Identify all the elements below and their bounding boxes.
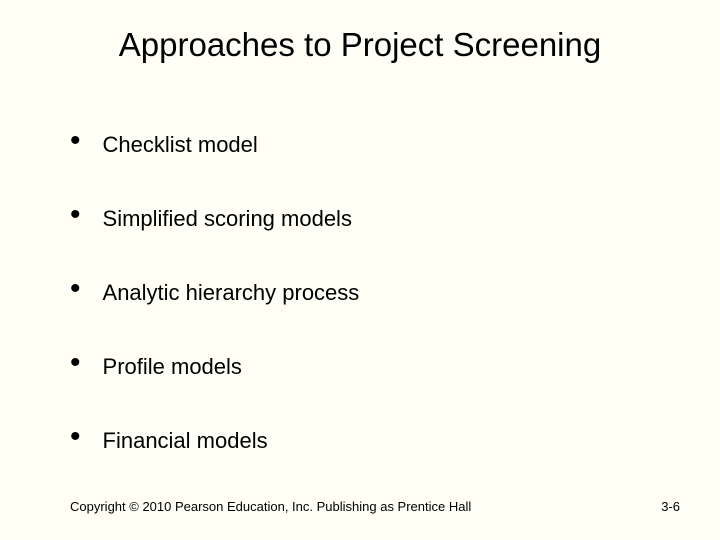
footer: Copyright © 2010 Pearson Education, Inc.… <box>70 499 680 514</box>
bullet-icon: • <box>70 422 81 452</box>
slide: Approaches to Project Screening • Checkl… <box>0 0 720 540</box>
list-item: • Profile models <box>70 352 660 382</box>
list-item-text: Simplified scoring models <box>103 206 352 232</box>
list-item-text: Financial models <box>103 428 268 454</box>
page-number: 3-6 <box>661 499 680 514</box>
bullet-icon: • <box>70 348 81 378</box>
list-item-text: Profile models <box>103 354 242 380</box>
list-item-text: Checklist model <box>103 132 258 158</box>
list-item: • Financial models <box>70 426 660 456</box>
list-item: • Simplified scoring models <box>70 204 660 234</box>
list-item: • Checklist model <box>70 130 660 160</box>
list-item: • Analytic hierarchy process <box>70 278 660 308</box>
bullet-icon: • <box>70 200 81 230</box>
slide-title: Approaches to Project Screening <box>0 26 720 64</box>
bullet-icon: • <box>70 126 81 156</box>
copyright-text: Copyright © 2010 Pearson Education, Inc.… <box>70 499 471 514</box>
bullet-list: • Checklist model • Simplified scoring m… <box>70 130 660 500</box>
bullet-icon: • <box>70 274 81 304</box>
list-item-text: Analytic hierarchy process <box>103 280 360 306</box>
